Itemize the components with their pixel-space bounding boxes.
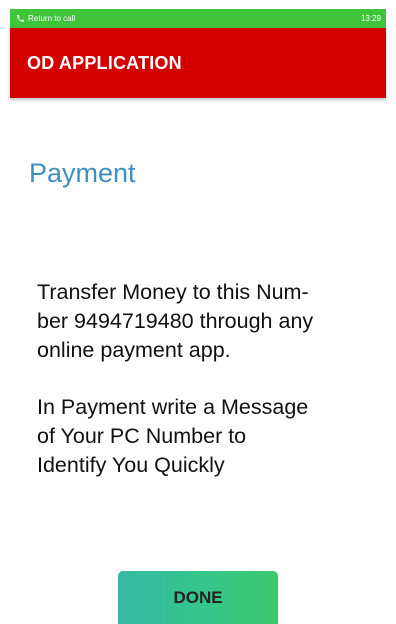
return-to-call-label: Return to call bbox=[28, 14, 76, 23]
instruction-line: Transfer Money to this Num- bbox=[37, 280, 309, 304]
payment-instructions: Transfer Money to this Num- ber 94947194… bbox=[37, 278, 379, 480]
status-bar: Return to call 13:29 bbox=[10, 9, 386, 28]
instruction-line: Identify You Quickly bbox=[37, 453, 225, 477]
instruction-line: In Payment write a Message bbox=[37, 395, 309, 419]
transfer-instruction: Transfer Money to this Num- ber 94947194… bbox=[37, 278, 379, 365]
status-time: 13:29 bbox=[360, 14, 381, 23]
app-bar: OD APPLICATION bbox=[10, 28, 386, 98]
return-to-call[interactable]: Return to call bbox=[16, 14, 75, 23]
done-button[interactable]: DONE bbox=[118, 571, 278, 624]
page-title: Payment bbox=[29, 158, 136, 188]
instruction-line: of Your PC Number to bbox=[37, 424, 247, 448]
app-title: OD APPLICATION bbox=[27, 52, 182, 73]
instruction-line: ber 9494719480 through any bbox=[37, 309, 314, 333]
instruction-line: online payment app. bbox=[37, 338, 231, 362]
phone-icon bbox=[16, 14, 25, 23]
message-instruction: In Payment write a Message of Your PC Nu… bbox=[37, 393, 379, 480]
